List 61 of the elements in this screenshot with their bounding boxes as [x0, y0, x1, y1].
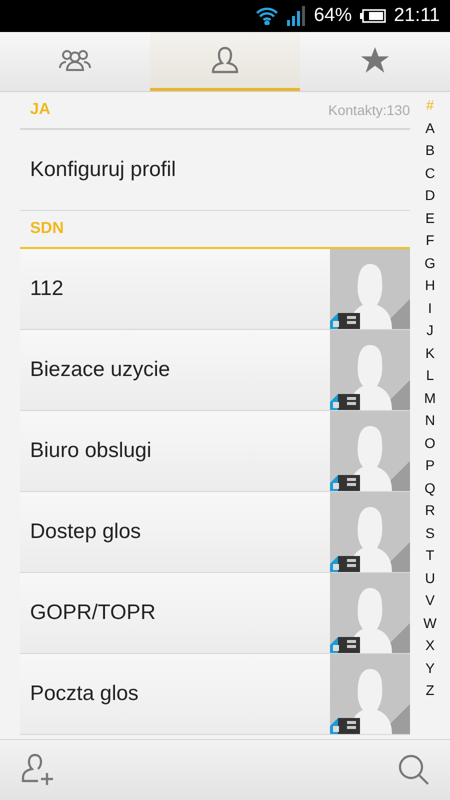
search-icon [398, 754, 430, 786]
avatar-icon [330, 330, 410, 410]
add-contact-button[interactable] [20, 753, 56, 787]
index-letter[interactable]: W [423, 612, 437, 634]
avatar-icon [330, 573, 410, 653]
index-letter[interactable]: S [425, 522, 435, 544]
index-letter[interactable]: L [426, 364, 434, 386]
index-letter[interactable]: R [424, 499, 436, 522]
index-letter[interactable]: B [425, 139, 435, 162]
battery-icon [360, 9, 386, 23]
avatar-icon [330, 654, 410, 734]
index-letter[interactable]: Q [424, 476, 436, 499]
contact-name: Dostep glos [29, 520, 142, 544]
index-letter[interactable]: E [425, 206, 435, 229]
index-letter[interactable]: D [424, 184, 436, 206]
contact-name: Poczta glos [29, 682, 140, 706]
index-letter[interactable]: G [424, 252, 436, 274]
avatar-icon [330, 411, 410, 491]
index-letter[interactable]: Y [425, 656, 435, 679]
index-letter[interactable]: F [426, 229, 434, 252]
index-letter[interactable]: X [425, 634, 435, 656]
person-icon [210, 45, 240, 75]
contact-name: Biezace uzycie [29, 358, 172, 382]
contact-row[interactable]: Poczta glos [20, 654, 410, 735]
contact-count: Kontakty:130 [328, 102, 410, 118]
index-letter[interactable]: J [426, 319, 434, 342]
index-letter[interactable]: Z [426, 679, 434, 702]
index-letter[interactable]: H [424, 274, 436, 296]
contact-row[interactable]: Biezace uzycie [20, 330, 410, 411]
contact-row[interactable]: Dostep glos [20, 492, 410, 573]
avatar-icon [330, 492, 410, 572]
section-header: JA [29, 101, 50, 119]
wifi-icon [256, 7, 278, 25]
contact-row[interactable]: GOPR/TOPR [20, 573, 410, 654]
index-letter[interactable]: I [428, 296, 432, 319]
star-icon [361, 46, 390, 74]
search-button[interactable] [398, 754, 430, 786]
avatar-icon [330, 249, 410, 329]
group-icon [58, 48, 92, 72]
contact-row[interactable]: 112 [20, 249, 410, 330]
contact-row[interactable]: Biuro obslugi [20, 411, 410, 492]
contact-name: 112 [29, 277, 64, 301]
contact-name: Konfiguruj profil [29, 158, 177, 182]
contact-name: GOPR/TOPR [29, 601, 157, 625]
index-letter[interactable]: K [425, 342, 435, 364]
index-letter[interactable]: P [425, 454, 435, 476]
index-letter[interactable]: T [426, 544, 434, 566]
contact-name: Biuro obslugi [29, 439, 152, 463]
section-header: SDN [29, 220, 64, 238]
battery-percent: 64% [314, 5, 352, 27]
index-letter[interactable]: N [424, 409, 436, 432]
clock-time: 21:11 [394, 5, 440, 27]
index-letter[interactable]: C [424, 162, 436, 184]
add-person-icon [20, 753, 56, 787]
index-letter[interactable]: U [424, 566, 436, 589]
tab[interactable] [150, 32, 300, 91]
signal-icon [286, 6, 306, 26]
index-letter[interactable]: O [424, 432, 436, 454]
index-letter[interactable]: V [425, 589, 435, 612]
index-letter[interactable]: M [424, 386, 436, 409]
index-letter[interactable]: A [425, 116, 435, 139]
